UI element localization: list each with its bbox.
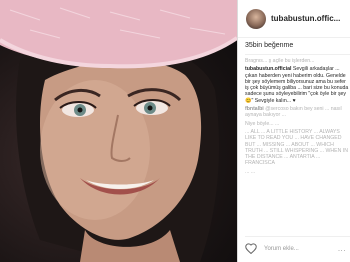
post-header: tubabustun.offic... bbox=[238, 0, 350, 38]
divider bbox=[245, 54, 350, 55]
comment-input[interactable]: Yorum ekle... bbox=[264, 246, 299, 252]
like-count[interactable]: 35bin beğenme bbox=[245, 42, 293, 49]
heart-icon[interactable] bbox=[245, 243, 257, 254]
avatar[interactable] bbox=[246, 8, 266, 29]
post-sidebar: tubabustun.offic... 35bin beğenme Bragnı… bbox=[237, 0, 350, 262]
portrait-image bbox=[0, 0, 237, 262]
comment-item: ... ALL ... A LITTLE HISTORY ... ALWAYS … bbox=[245, 128, 348, 167]
divider bbox=[245, 236, 350, 237]
comments-list[interactable]: Bragnıs... ş açile bu işlerden... tubabu… bbox=[245, 58, 349, 233]
post-photo[interactable] bbox=[0, 0, 237, 262]
more-options-button[interactable]: ... bbox=[338, 244, 346, 253]
top-comment: Bragnıs... ş açile bu işlerden... bbox=[245, 58, 315, 64]
username[interactable]: tubabustun.offic... bbox=[271, 14, 340, 23]
action-bar: Yorum ekle... bbox=[245, 243, 299, 254]
comment-username[interactable]: fbntalbi bbox=[245, 106, 264, 112]
comment-item: ... ... bbox=[245, 168, 256, 175]
comment-item: Niye böyle... ... bbox=[245, 120, 280, 127]
caption: tubabustun.official Sevgili arkadaşlar .… bbox=[245, 66, 349, 104]
comment-item: fbntalbi @sercoso bakın bey seni ... nas… bbox=[245, 106, 342, 119]
caption-username[interactable]: tubabustun.official bbox=[245, 66, 291, 72]
caption-text: Sevgili arkadaşlar ... çıkan haberden ye… bbox=[245, 66, 349, 104]
